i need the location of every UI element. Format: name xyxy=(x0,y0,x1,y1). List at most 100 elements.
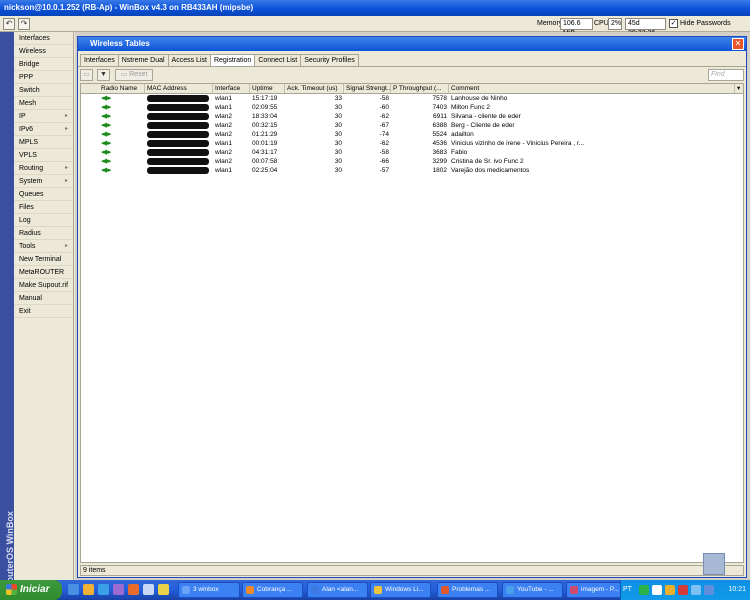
taskbar-task[interactable]: Windows Li... xyxy=(370,582,431,598)
column-header[interactable]: MAC Address xyxy=(145,84,213,93)
sidebar-item-label: Tools xyxy=(19,243,36,250)
column-header[interactable]: P Throughput (... xyxy=(391,84,449,93)
language-indicator[interactable]: PT xyxy=(623,580,632,600)
cell-throughput: 6388 xyxy=(432,122,447,129)
window-resize-icon[interactable] xyxy=(703,553,725,575)
undo-button[interactable]: ↶ xyxy=(3,18,15,30)
table-row[interactable]: ◂◆▸ wlan2 18:33:04 30 -62 6911 Silvana - clien… xyxy=(81,112,743,121)
sidebar-item-bridge[interactable]: Bridge xyxy=(14,58,73,71)
sidebar-item-new-terminal[interactable]: New Terminal xyxy=(14,253,73,266)
table-row[interactable]: ◂◆▸ wlan1 02:09:55 30 -60 7403 Milton Func 2 xyxy=(81,103,743,112)
sidebar-item-vpls[interactable]: VPLS xyxy=(14,149,73,162)
cell-comment: Cristina de Sr. ivo Func 2 xyxy=(451,158,524,165)
sidebar-item-mpls[interactable]: MPLS xyxy=(14,136,73,149)
start-button[interactable]: Iniciar xyxy=(0,580,62,600)
taskbar-task[interactable]: YouTube - ... xyxy=(502,582,563,598)
column-chooser-icon[interactable]: ▾ xyxy=(735,84,743,93)
brand-strip: RouterOS WinBox xyxy=(0,32,14,580)
sidebar-item-make-supout-rif[interactable]: Make Supout.rif xyxy=(14,279,73,292)
tab-bar: Interfaces Nstreme Dual Access List Registr… xyxy=(78,53,746,67)
sidebar-item-label: Manual xyxy=(19,295,42,302)
column-header[interactable]: Interface xyxy=(213,84,250,93)
cell-uptime: 00:07:58 xyxy=(252,158,278,165)
network-icon[interactable] xyxy=(652,585,662,595)
folder-icon[interactable] xyxy=(143,584,154,595)
sidebar-item-wireless[interactable]: Wireless xyxy=(14,45,73,58)
taskbar-task[interactable]: 3 winbox xyxy=(178,582,240,598)
reset-button[interactable]: ▭ Reset xyxy=(115,69,153,81)
app-quick-icon[interactable] xyxy=(128,584,139,595)
redo-button[interactable]: ↷ xyxy=(18,18,30,30)
table-row[interactable]: ◂◆▸ wlan1 15:17:19 33 -58 7578 Lanhouse de Nin… xyxy=(81,94,743,103)
sidebar-item-mesh[interactable]: Mesh xyxy=(14,97,73,110)
firefox-icon[interactable] xyxy=(83,584,94,595)
cell-throughput: 7403 xyxy=(432,104,447,111)
tab-access-list[interactable]: Access List xyxy=(167,54,211,66)
ie-icon[interactable] xyxy=(98,584,109,595)
media-icon[interactable] xyxy=(113,584,124,595)
sidebar-item-manual[interactable]: Manual xyxy=(14,292,73,305)
column-header[interactable]: Uptime xyxy=(250,84,285,93)
wireless-client-icon: ◂◆▸ xyxy=(101,104,111,111)
show-desktop-icon[interactable] xyxy=(68,584,79,595)
column-header[interactable]: Comment xyxy=(449,84,735,93)
wireless-client-icon: ◂◆▸ xyxy=(101,158,111,165)
sidebar-item-switch[interactable]: Switch xyxy=(14,84,73,97)
volume-icon[interactable] xyxy=(691,585,701,595)
cell-interface: wlan1 xyxy=(215,167,232,174)
close-icon[interactable]: ✕ xyxy=(732,38,744,50)
tray-shield-icon[interactable] xyxy=(665,585,675,595)
sidebar-item-system[interactable]: System ▸ xyxy=(14,175,73,188)
tray-status-icon[interactable] xyxy=(704,585,714,595)
sidebar-item-ppp[interactable]: PPP xyxy=(14,71,73,84)
cell-signal: -60 xyxy=(379,104,389,111)
antivirus-icon[interactable] xyxy=(678,585,688,595)
sidebar-item-files[interactable]: Files xyxy=(14,201,73,214)
sidebar-item-interfaces[interactable]: Interfaces xyxy=(14,32,73,45)
tab-connect-list[interactable]: Connect List xyxy=(254,54,302,66)
sidebar-item-routing[interactable]: Routing ▸ xyxy=(14,162,73,175)
mac-address-redacted xyxy=(145,166,213,175)
sidebar-item-ip[interactable]: IP ▸ xyxy=(14,110,73,123)
column-header[interactable]: Ack. Timeout (us) xyxy=(285,84,344,93)
taskbar-task[interactable]: Alan <alan... xyxy=(307,582,368,598)
tab-security-profiles[interactable]: Security Profiles xyxy=(300,54,359,66)
hide-passwords-checkbox[interactable]: ✓ xyxy=(669,19,678,28)
taskbar-task[interactable]: imagem - P... xyxy=(566,582,627,598)
sidebar-item-radius[interactable]: Radius xyxy=(14,227,73,240)
cell-interface: wlan1 xyxy=(215,140,232,147)
table-row[interactable]: ◂◆▸ wlan2 01:21:29 30 -74 5524 adailton xyxy=(81,130,743,139)
minus-icon[interactable]: ▭ xyxy=(80,69,93,81)
sidebar-item-ipv6[interactable]: IPv6 ▸ xyxy=(14,123,73,136)
cell-comment: Lanhouse de Ninho xyxy=(451,95,508,102)
cell-throughput: 5524 xyxy=(432,131,447,138)
table-row[interactable]: ◂◆▸ wlan1 00:01:19 30 -62 4536 Vinicius vizinh… xyxy=(81,139,743,148)
wireless-client-icon: ◂◆▸ xyxy=(101,131,111,138)
taskbar-task[interactable]: Cobrança ... xyxy=(242,582,303,598)
sidebar-item-label: Exit xyxy=(19,308,31,315)
messenger-icon[interactable] xyxy=(158,584,169,595)
cell-comment: Berg - Cliente de eder xyxy=(451,122,515,129)
sidebar-item-exit[interactable]: Exit xyxy=(14,305,73,318)
sidebar-item-log[interactable]: Log xyxy=(14,214,73,227)
sidebar-item-metarouter[interactable]: MetaROUTER xyxy=(14,266,73,279)
table-row[interactable]: ◂◆▸ wlan2 04:31:17 30 -58 3683 Fabio xyxy=(81,148,743,157)
tab-interfaces[interactable]: Interfaces xyxy=(80,54,119,66)
tab-nstreme-dual[interactable]: Nstreme Dual xyxy=(117,54,169,66)
task-label: YouTube - ... xyxy=(517,586,554,593)
cell-throughput: 3299 xyxy=(432,158,447,165)
column-header[interactable]: Radio Name xyxy=(99,84,145,93)
sidebar-item-tools[interactable]: Tools ▸ xyxy=(14,240,73,253)
table-row[interactable]: ◂◆▸ wlan2 00:32:15 30 -67 6388 Berg - Cliente … xyxy=(81,121,743,130)
sidebar-item-queues[interactable]: Queues xyxy=(14,188,73,201)
wireless-client-icon: ◂◆▸ xyxy=(101,113,111,120)
column-header[interactable]: Signal Strengt... xyxy=(344,84,391,93)
hide-passwords-label: Hide Passwords xyxy=(680,20,731,27)
table-row[interactable]: ◂◆▸ wlan2 00:07:58 30 -66 3299 Cristina de Sr.… xyxy=(81,157,743,166)
filter-icon[interactable]: ▼ xyxy=(97,69,110,81)
taskbar-task[interactable]: Problemas ... xyxy=(437,582,498,598)
tray-app-icon[interactable] xyxy=(639,585,649,595)
find-input[interactable]: Find xyxy=(708,69,744,81)
cell-signal: -62 xyxy=(379,113,389,120)
table-row[interactable]: ◂◆▸ wlan1 02:25:04 30 -57 1802 Varejão dos med… xyxy=(81,166,743,175)
